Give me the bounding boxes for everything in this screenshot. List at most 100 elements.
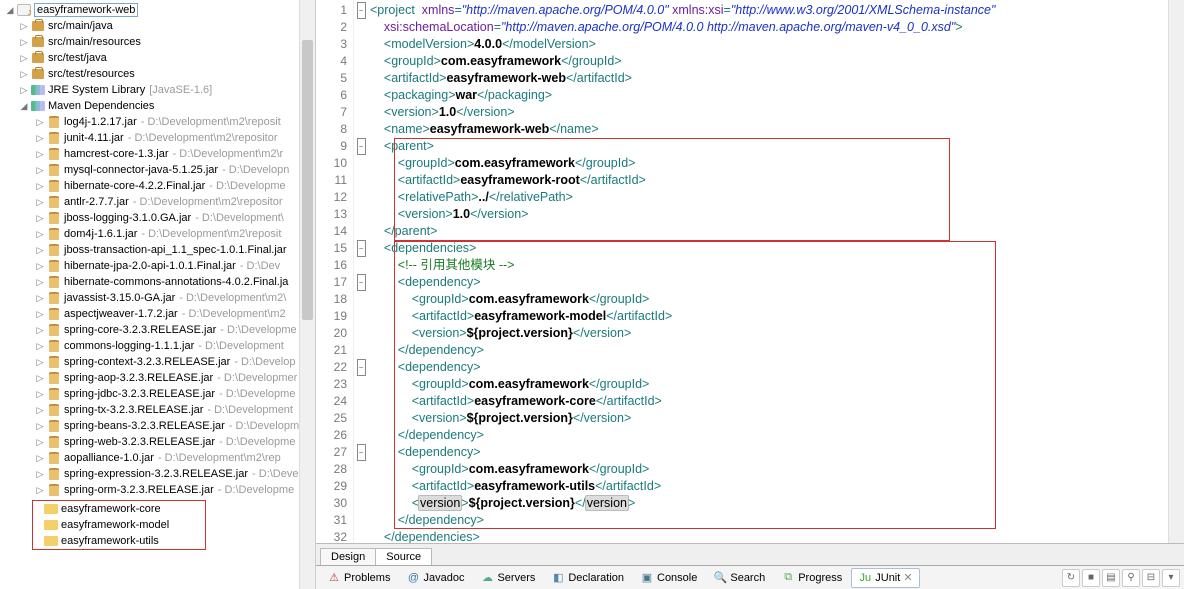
chevron-right-icon[interactable]: ▷ — [34, 484, 46, 496]
chevron-right-icon[interactable]: ▷ — [34, 164, 46, 176]
chevron-right-icon[interactable]: ▷ — [18, 84, 30, 96]
chevron-right-icon[interactable]: ▷ — [34, 180, 46, 192]
jar-item[interactable]: ▷ hibernate-commons-annotations-4.0.2.Fi… — [0, 274, 315, 290]
chevron-right-icon[interactable]: ▷ — [34, 260, 46, 272]
xml-editor[interactable]: 1234567891011121314151617181920212223242… — [316, 0, 1184, 543]
jar-item[interactable]: ▷ hibernate-core-4.2.2.Final.jar - D:\De… — [0, 178, 315, 194]
fold-toggle[interactable]: − — [357, 359, 366, 376]
jar-item[interactable]: ▷ javassist-3.15.0-GA.jar - D:\Developme… — [0, 290, 315, 306]
chevron-right-icon[interactable]: ▷ — [34, 212, 46, 224]
fold-toggle[interactable]: − — [357, 2, 366, 19]
view-declaration[interactable]: ◧ Declaration — [544, 568, 631, 588]
chevron-right-icon[interactable]: ▷ — [34, 196, 46, 208]
chevron-right-icon[interactable]: ▷ — [34, 452, 46, 464]
jar-icon — [46, 450, 62, 466]
chevron-right-icon[interactable]: ▷ — [18, 20, 30, 32]
jar-name: log4j-1.2.17.jar — [64, 116, 137, 128]
chevron-right-icon[interactable]: ▷ — [34, 356, 46, 368]
chevron-down-icon[interactable]: ◢ — [18, 100, 30, 112]
view-console[interactable]: ▣ Console — [633, 568, 704, 588]
maven-deps[interactable]: ◢ Maven Dependencies — [0, 98, 315, 114]
chevron-right-icon[interactable]: ▷ — [18, 36, 30, 48]
jar-item[interactable]: ▷ spring-context-3.2.3.RELEASE.jar - D:\… — [0, 354, 315, 370]
fold-toggle[interactable]: − — [357, 240, 366, 257]
chevron-right-icon[interactable]: ▷ — [18, 68, 30, 80]
source-folder[interactable]: ▷ src/main/java — [0, 18, 315, 34]
jar-name: spring-expression-3.2.3.RELEASE.jar — [64, 468, 248, 480]
chevron-right-icon[interactable]: ▷ — [34, 148, 46, 160]
jar-item[interactable]: ▷ jboss-logging-3.1.0.GA.jar - D:\Develo… — [0, 210, 315, 226]
package-explorer[interactable]: ◢ easyframework-web ▷ src/main/java ▷ sr… — [0, 0, 316, 589]
code-content[interactable]: <project xmlns="http://maven.apache.org/… — [368, 0, 1168, 543]
chevron-right-icon[interactable]: ▷ — [34, 244, 46, 256]
jar-item[interactable]: ▷ aopalliance-1.0.jar - D:\Development\m… — [0, 450, 315, 466]
source-folder[interactable]: ▷ src/test/java — [0, 50, 315, 66]
jar-item[interactable]: ▷ spring-tx-3.2.3.RELEASE.jar - D:\Devel… — [0, 402, 315, 418]
jre-library[interactable]: ▷ JRE System Library [JavaSE-1.6] — [0, 82, 315, 98]
scrollbar-thumb[interactable] — [302, 40, 313, 320]
menu-button[interactable]: ▾ — [1162, 569, 1180, 587]
chevron-right-icon[interactable]: ▷ — [34, 132, 46, 144]
history-button[interactable]: ▤ — [1102, 569, 1120, 587]
project-ref[interactable]: easyframework-utils — [33, 533, 205, 549]
chevron-right-icon[interactable]: ▷ — [18, 52, 30, 64]
collapse-button[interactable]: ⊟ — [1142, 569, 1160, 587]
jar-item[interactable]: ▷ spring-expression-3.2.3.RELEASE.jar - … — [0, 466, 315, 482]
jar-item[interactable]: ▷ commons-logging-1.1.1.jar - D:\Develop… — [0, 338, 315, 354]
source-folder[interactable]: ▷ src/test/resources — [0, 66, 315, 82]
jar-item[interactable]: ▷ jboss-transaction-api_1.1_spec-1.0.1.F… — [0, 242, 315, 258]
pin-button[interactable]: ⚲ — [1122, 569, 1140, 587]
chevron-right-icon[interactable]: ▷ — [34, 340, 46, 352]
chevron-right-icon[interactable]: ▷ — [34, 308, 46, 320]
jar-item[interactable]: ▷ spring-core-3.2.3.RELEASE.jar - D:\Dev… — [0, 322, 315, 338]
junit-icon: Ju — [858, 571, 872, 585]
chevron-right-icon[interactable]: ▷ — [34, 324, 46, 336]
view-progress[interactable]: ⧉ Progress — [774, 568, 849, 588]
chevron-right-icon[interactable]: ▷ — [34, 468, 46, 480]
view-problems[interactable]: ⚠ Problems — [320, 568, 397, 588]
folder-icon — [43, 501, 59, 517]
jar-item[interactable]: ▷ hibernate-jpa-2.0-api-1.0.1.Final.jar … — [0, 258, 315, 274]
jar-item[interactable]: ▷ spring-aop-3.2.3.RELEASE.jar - D:\Deve… — [0, 370, 315, 386]
project-ref[interactable]: easyframework-core — [33, 501, 205, 517]
jar-item[interactable]: ▷ log4j-1.2.17.jar - D:\Development\m2\r… — [0, 114, 315, 130]
view-search[interactable]: 🔍 Search — [706, 568, 772, 588]
stop-button[interactable]: ■ — [1082, 569, 1100, 587]
jar-item[interactable]: ▷ spring-web-3.2.3.RELEASE.jar - D:\Deve… — [0, 434, 315, 450]
jar-item[interactable]: ▷ spring-beans-3.2.3.RELEASE.jar - D:\De… — [0, 418, 315, 434]
view-javadoc[interactable]: @ Javadoc — [399, 568, 471, 588]
chevron-right-icon[interactable]: ▷ — [34, 292, 46, 304]
fold-toggle[interactable]: − — [357, 444, 366, 461]
chevron-right-icon[interactable]: ▷ — [34, 388, 46, 400]
chevron-right-icon[interactable]: ▷ — [34, 228, 46, 240]
fold-gutter[interactable]: − − − − − − — [354, 0, 368, 543]
library-icon — [30, 98, 46, 114]
chevron-right-icon[interactable]: ▷ — [34, 420, 46, 432]
tab-design[interactable]: Design — [320, 548, 376, 565]
chevron-right-icon[interactable]: ▷ — [34, 436, 46, 448]
chevron-right-icon[interactable]: ▷ — [34, 116, 46, 128]
chevron-right-icon[interactable]: ▷ — [34, 372, 46, 384]
fold-toggle[interactable]: − — [357, 138, 366, 155]
chevron-right-icon[interactable]: ▷ — [34, 276, 46, 288]
chevron-down-icon[interactable]: ◢ — [4, 4, 16, 16]
editor-scrollbar[interactable] — [1168, 0, 1184, 543]
relaunch-button[interactable]: ↻ — [1062, 569, 1080, 587]
jar-item[interactable]: ▷ spring-jdbc-3.2.3.RELEASE.jar - D:\Dev… — [0, 386, 315, 402]
jar-item[interactable]: ▷ antlr-2.7.7.jar - D:\Development\m2\re… — [0, 194, 315, 210]
project-ref[interactable]: easyframework-model — [33, 517, 205, 533]
view-junit[interactable]: Ju JUnit ✕ — [851, 568, 919, 588]
project-root[interactable]: ◢ easyframework-web — [0, 2, 315, 18]
jar-item[interactable]: ▷ aspectjweaver-1.7.2.jar - D:\Developme… — [0, 306, 315, 322]
view-servers[interactable]: ☁ Servers — [473, 568, 542, 588]
tab-source[interactable]: Source — [375, 548, 432, 565]
source-folder[interactable]: ▷ src/main/resources — [0, 34, 315, 50]
fold-toggle[interactable]: − — [357, 274, 366, 291]
jar-item[interactable]: ▷ junit-4.11.jar - D:\Development\m2\rep… — [0, 130, 315, 146]
chevron-right-icon[interactable]: ▷ — [34, 404, 46, 416]
sidebar-scrollbar[interactable] — [299, 0, 315, 589]
jar-item[interactable]: ▷ hamcrest-core-1.3.jar - D:\Development… — [0, 146, 315, 162]
jar-item[interactable]: ▷ mysql-connector-java-5.1.25.jar - D:\D… — [0, 162, 315, 178]
jar-item[interactable]: ▷ dom4j-1.6.1.jar - D:\Development\m2\re… — [0, 226, 315, 242]
jar-item[interactable]: ▷ spring-orm-3.2.3.RELEASE.jar - D:\Deve… — [0, 482, 315, 498]
